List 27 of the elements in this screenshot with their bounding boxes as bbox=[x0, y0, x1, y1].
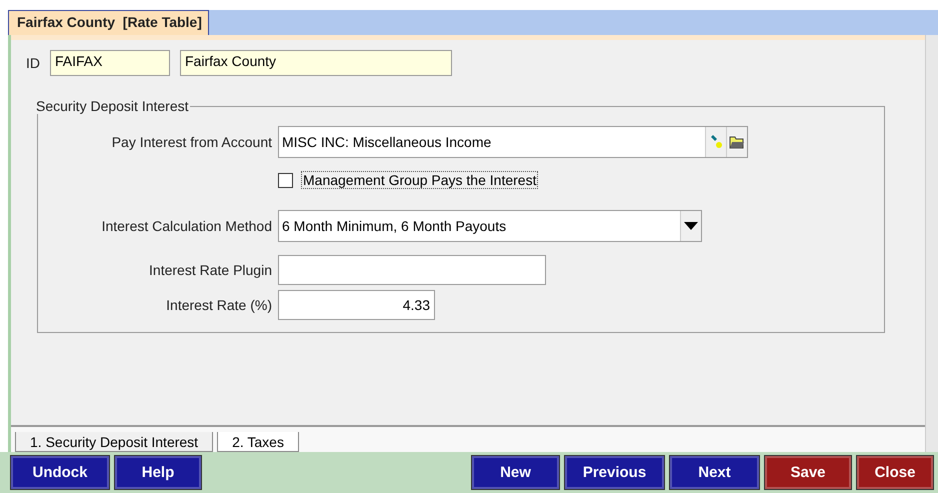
method-dropdown[interactable]: 6 Month Minimum, 6 Month Payouts bbox=[278, 210, 702, 242]
field-label: Pay Interest from Account bbox=[112, 134, 272, 150]
action-button[interactable]: Undock bbox=[10, 455, 110, 490]
flashlight-icon bbox=[709, 135, 723, 149]
rate-field[interactable]: 4.33 bbox=[278, 290, 435, 320]
name-field[interactable]: Fairfax County bbox=[180, 50, 452, 76]
id-field[interactable]: FAIFAX bbox=[50, 50, 170, 76]
checkbox-label[interactable]: Management Group Pays the Interest bbox=[301, 171, 538, 189]
account-field[interactable]: MISC INC: Miscellaneous Income bbox=[278, 126, 748, 158]
id-label: ID bbox=[26, 55, 40, 71]
checkbox[interactable] bbox=[278, 172, 293, 188]
record-tab[interactable]: Fairfax County [Rate Table] bbox=[8, 10, 209, 35]
field-label: Interest Rate (%) bbox=[166, 297, 272, 313]
action-button[interactable]: Next bbox=[669, 455, 760, 490]
folder-icon bbox=[729, 135, 745, 149]
dropdown-arrow-icon bbox=[684, 222, 698, 230]
action-button[interactable]: Previous bbox=[564, 455, 665, 490]
plugin-field[interactable] bbox=[278, 255, 546, 285]
group-title: Security Deposit Interest bbox=[35, 98, 190, 114]
action-button[interactable]: Help bbox=[114, 455, 202, 490]
action-button[interactable]: Save bbox=[764, 455, 852, 490]
form-tab[interactable]: 2. Taxes bbox=[217, 432, 299, 452]
action-button[interactable]: Close bbox=[856, 455, 934, 490]
field-label: Interest Calculation Method bbox=[102, 218, 272, 234]
field-label: Interest Rate Plugin bbox=[149, 262, 272, 278]
action-button[interactable]: New bbox=[471, 455, 560, 490]
form-tab[interactable]: 1. Security Deposit Interest bbox=[15, 432, 214, 452]
